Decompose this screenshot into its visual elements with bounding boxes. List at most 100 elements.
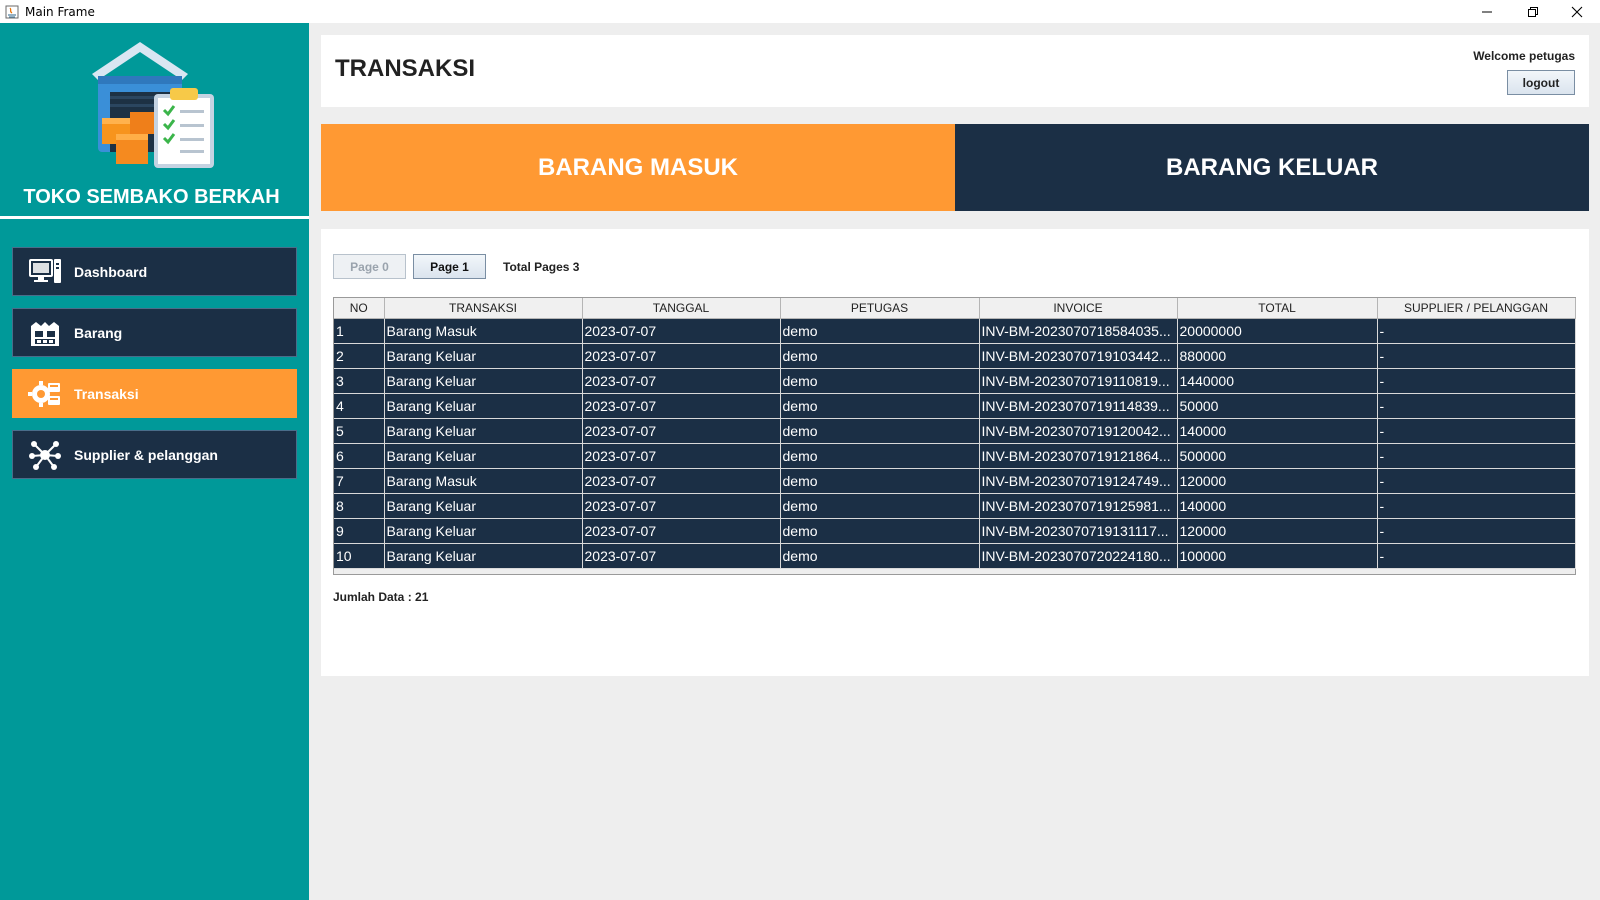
cell-invoice: INV-BM-2023070719125981... (979, 493, 1178, 519)
sidebar-item-barang[interactable]: Barang (12, 308, 297, 357)
cell-tanggal: 2023-07-07 (582, 443, 781, 469)
cell-total: 50000 (1177, 393, 1378, 419)
cell-no: 9 (334, 518, 385, 544)
warehouse-icon (28, 318, 62, 348)
cell-invoice: INV-BM-2023070719110819... (979, 368, 1178, 394)
column-header-transaksi[interactable]: TRANSAKSI (384, 298, 583, 319)
cell-total: 500000 (1177, 443, 1378, 469)
minimize-button[interactable] (1464, 0, 1510, 23)
sidebar: TOKO SEMBAKO BERKAH Dashboard Barang Tra… (0, 23, 309, 900)
cell-supplier-pelanggan: - (1377, 543, 1576, 569)
sidebar-item-label: Supplier & pelanggan (74, 446, 218, 463)
logout-button[interactable]: logout (1507, 70, 1575, 95)
cell-transaksi: Barang Masuk (384, 468, 583, 494)
window-titlebar: Main Frame (0, 0, 1600, 23)
table-row[interactable]: 6 Barang Keluar 2023-07-07 demo INV-BM-20230… (334, 443, 1576, 469)
cell-petugas: demo (780, 493, 980, 519)
cell-invoice: INV-BM-2023070719121864... (979, 443, 1178, 469)
cell-petugas: demo (780, 418, 980, 444)
cell-petugas: demo (780, 518, 980, 544)
cell-transaksi: Barang Keluar (384, 443, 583, 469)
cell-no: 1 (334, 318, 385, 344)
gear-transaction-icon (28, 379, 62, 409)
total-pages-label: Total Pages 3 (503, 260, 580, 274)
cell-no: 4 (334, 393, 385, 419)
cell-petugas: demo (780, 543, 980, 569)
tab-barang-keluar[interactable]: BARANG KELUAR (955, 124, 1589, 211)
cell-tanggal: 2023-07-07 (582, 368, 781, 394)
cell-supplier-pelanggan: - (1377, 318, 1576, 344)
column-header-invoice[interactable]: INVOICE (979, 298, 1178, 319)
cell-transaksi: Barang Keluar (384, 393, 583, 419)
cell-transaksi: Barang Keluar (384, 543, 583, 569)
cell-transaksi: Barang Keluar (384, 518, 583, 544)
network-icon (28, 440, 62, 470)
table-row[interactable]: 8 Barang Keluar 2023-07-07 demo INV-BM-20230… (334, 493, 1576, 519)
cell-supplier-pelanggan: - (1377, 518, 1576, 544)
cell-no: 5 (334, 418, 385, 444)
monitor-icon (28, 257, 62, 287)
table-row[interactable]: 3 Barang Keluar 2023-07-07 demo INV-BM-20230… (334, 368, 1576, 394)
close-button[interactable] (1554, 0, 1600, 23)
cell-petugas: demo (780, 368, 980, 394)
cell-invoice: INV-BM-2023070719131117... (979, 518, 1178, 544)
cell-supplier-pelanggan: - (1377, 418, 1576, 444)
table-row[interactable]: 9 Barang Keluar 2023-07-07 demo INV-BM-20230… (334, 518, 1576, 544)
sidebar-item-dashboard[interactable]: Dashboard (12, 247, 297, 296)
brand-name: TOKO SEMBAKO BERKAH (23, 186, 280, 208)
cell-supplier-pelanggan: - (1377, 368, 1576, 394)
column-header-no[interactable]: NO (334, 298, 385, 319)
cell-supplier-pelanggan: - (1377, 443, 1576, 469)
table-row[interactable]: 7 Barang Masuk 2023-07-07 demo INV-BM-202307… (334, 468, 1576, 494)
cell-tanggal: 2023-07-07 (582, 418, 781, 444)
cell-total: 120000 (1177, 518, 1378, 544)
restore-button[interactable] (1510, 0, 1556, 23)
warehouse-logo (92, 42, 214, 168)
table-row[interactable]: 5 Barang Keluar 2023-07-07 demo INV-BM-20230… (334, 418, 1576, 444)
page-0-button[interactable]: Page 0 (333, 254, 406, 279)
minimize-icon (1482, 11, 1492, 12)
cell-invoice: INV-BM-2023070720224180... (979, 543, 1178, 569)
table-row[interactable]: 10 Barang Keluar 2023-07-07 demo INV-BM-2023… (334, 543, 1576, 569)
sidebar-item-transaksi[interactable]: Transaksi (12, 369, 297, 418)
welcome-text: Welcome petugas (1473, 49, 1575, 63)
column-header-supplier-pelanggan[interactable]: SUPPLIER / PELANGGAN (1377, 298, 1576, 319)
cell-no: 8 (334, 493, 385, 519)
header-panel: TRANSAKSI Welcome petugas logout (321, 35, 1589, 107)
table-header-row: NO TRANSAKSI TANGGAL PETUGAS INVOICE TOT… (334, 298, 1576, 319)
cell-petugas: demo (780, 343, 980, 369)
cell-invoice: INV-BM-2023070719120042... (979, 418, 1178, 444)
cell-tanggal: 2023-07-07 (582, 318, 781, 344)
cell-transaksi: Barang Keluar (384, 418, 583, 444)
table-row[interactable]: 1 Barang Masuk 2023-07-07 demo INV-BM-202307… (334, 318, 1576, 344)
column-header-tanggal[interactable]: TANGGAL (582, 298, 781, 319)
cell-tanggal: 2023-07-07 (582, 518, 781, 544)
cell-total: 20000000 (1177, 318, 1378, 344)
cell-invoice: INV-BM-2023070719124749... (979, 468, 1178, 494)
page-1-button[interactable]: Page 1 (413, 254, 486, 279)
cell-invoice: INV-BM-2023070719114839... (979, 393, 1178, 419)
table-row[interactable]: 4 Barang Keluar 2023-07-07 demo INV-BM-20230… (334, 393, 1576, 419)
table-row[interactable]: 2 Barang Keluar 2023-07-07 demo INV-BM-20230… (334, 343, 1576, 369)
cell-no: 3 (334, 368, 385, 394)
cell-total: 120000 (1177, 468, 1378, 494)
cell-transaksi: Barang Keluar (384, 493, 583, 519)
cell-petugas: demo (780, 443, 980, 469)
java-app-icon (5, 5, 19, 18)
cell-petugas: demo (780, 318, 980, 344)
sidebar-item-supplier-pelanggan[interactable]: Supplier & pelanggan (12, 430, 297, 479)
column-header-total[interactable]: TOTAL (1177, 298, 1378, 319)
cell-tanggal: 2023-07-07 (582, 543, 781, 569)
cell-total: 140000 (1177, 493, 1378, 519)
cell-tanggal: 2023-07-07 (582, 468, 781, 494)
column-header-petugas[interactable]: PETUGAS (780, 298, 980, 319)
cell-no: 7 (334, 468, 385, 494)
cell-total: 880000 (1177, 343, 1378, 369)
cell-transaksi: Barang Keluar (384, 343, 583, 369)
tab-barang-masuk[interactable]: BARANG MASUK (321, 124, 955, 211)
cell-transaksi: Barang Masuk (384, 318, 583, 344)
sidebar-item-label: Transaksi (74, 385, 139, 402)
cell-tanggal: 2023-07-07 (582, 393, 781, 419)
close-icon (1571, 6, 1583, 17)
page-title: TRANSAKSI (335, 55, 476, 82)
